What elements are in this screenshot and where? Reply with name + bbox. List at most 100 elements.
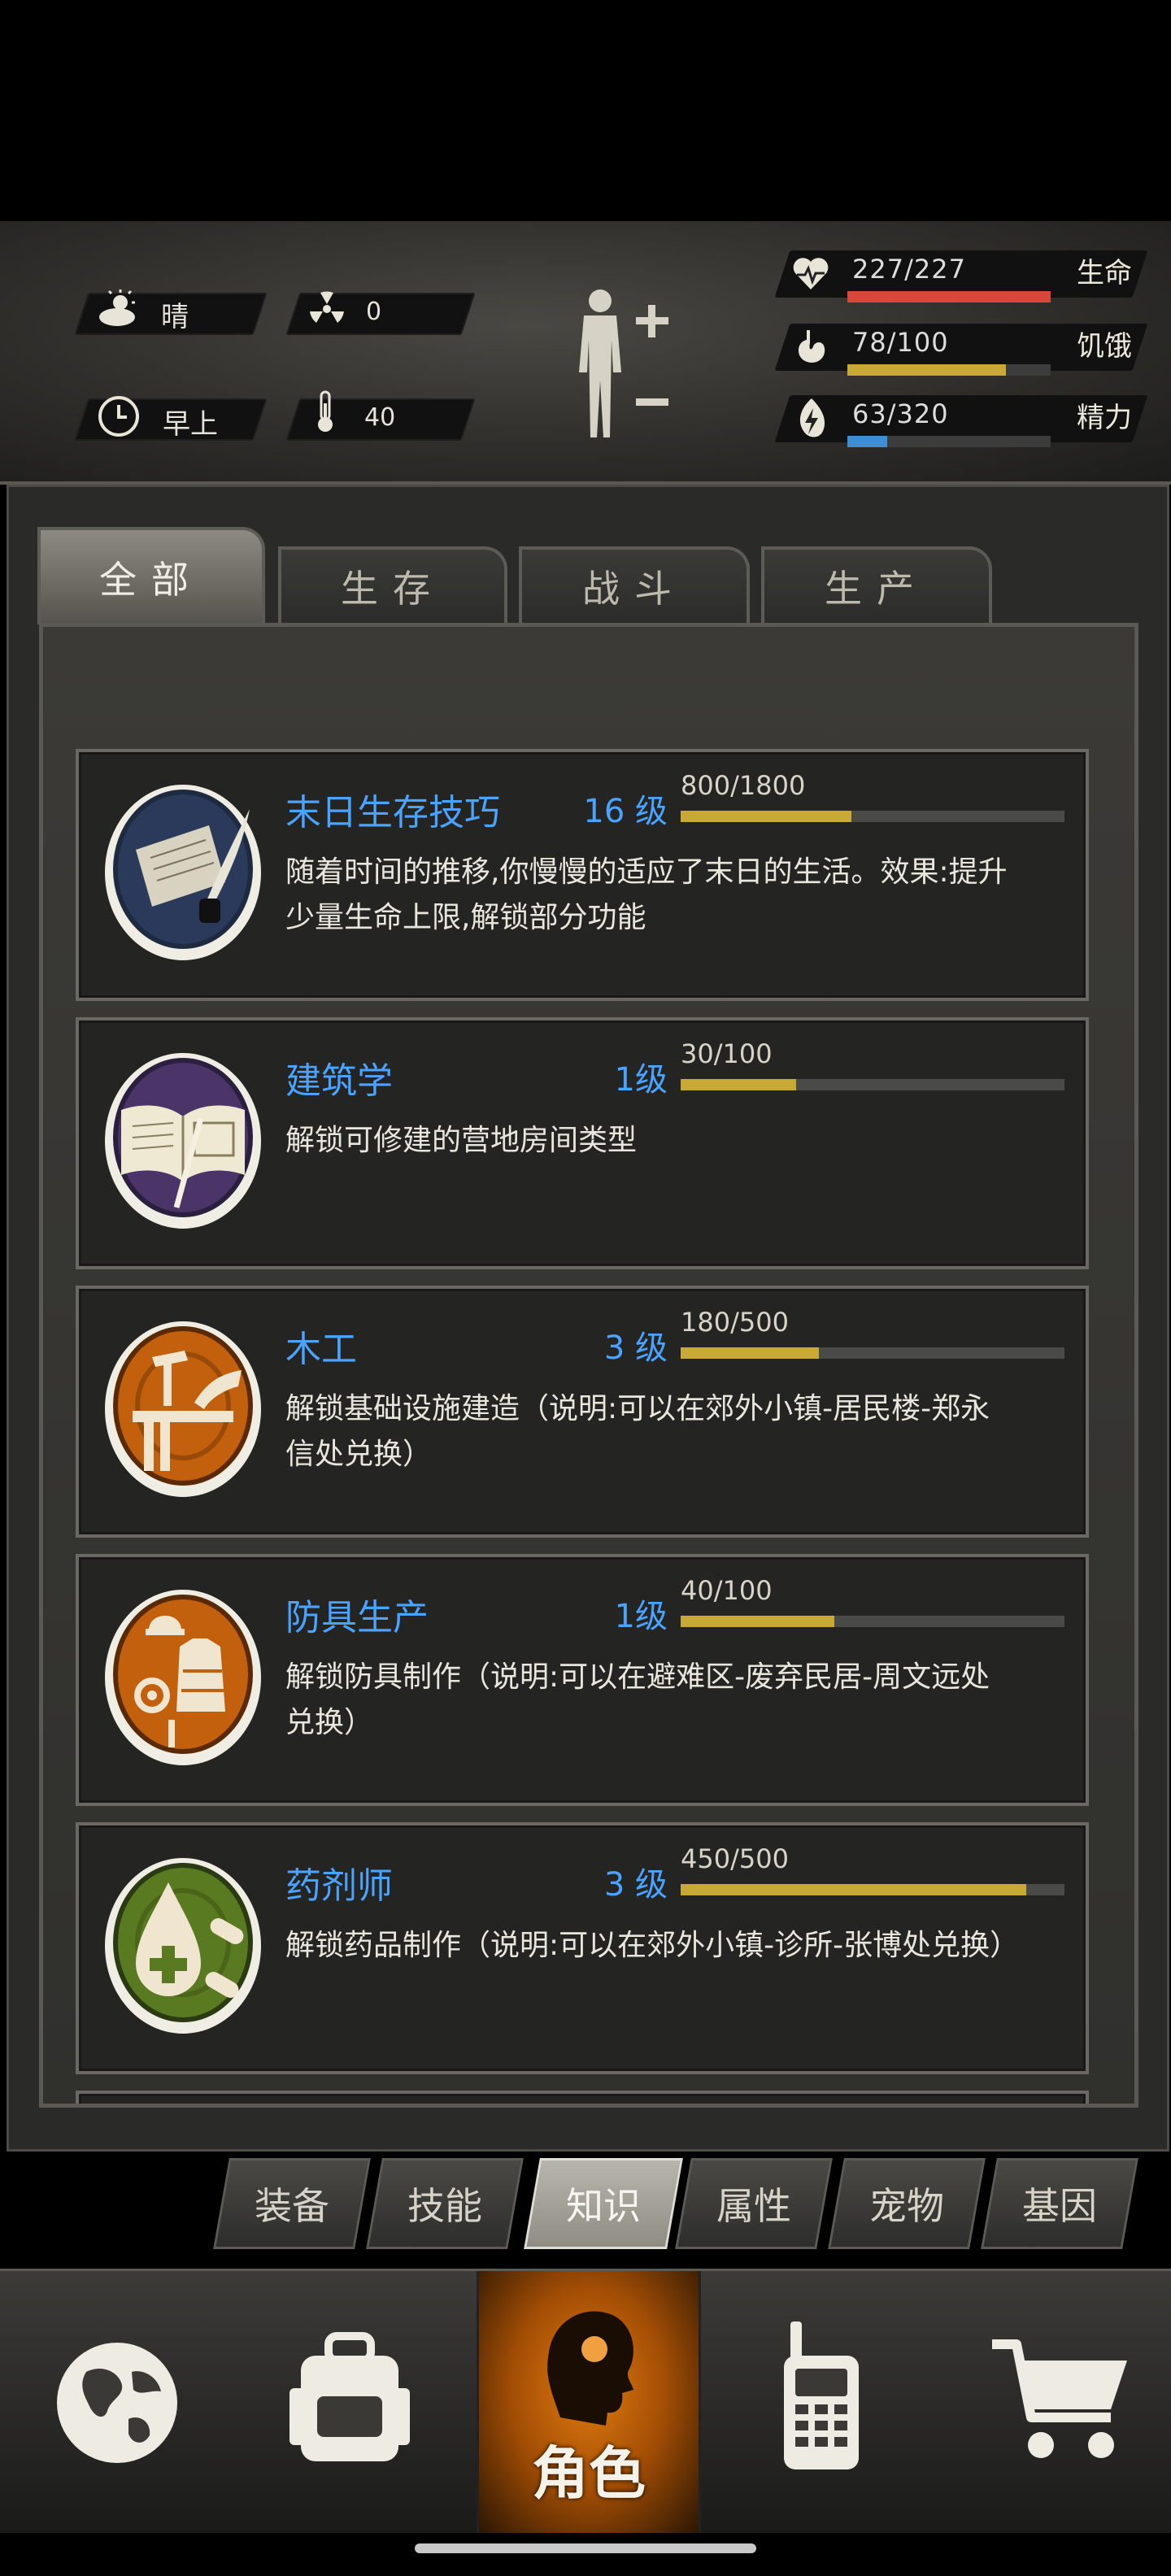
backpack-icon [289, 2332, 410, 2461]
energy-value: 63/320 [852, 398, 949, 429]
subtab-pets[interactable]: 宠物 [828, 2158, 986, 2249]
subtab-equipment[interactable]: 装备 [213, 2158, 371, 2249]
stomach-icon [798, 330, 825, 363]
medicine-icon [105, 1858, 261, 2034]
subtab-equipment-label: 装备 [255, 2184, 329, 2228]
knowledge-title: 建筑学 [285, 1060, 393, 1102]
knowledge-card[interactable]: 木工 3 级 180/500 解锁基础设施建造（说明:可以在郊外小镇-居民楼-郑… [76, 1286, 1089, 1538]
knowledge-progress-text: 180/500 [681, 1307, 789, 1338]
nav-backpack[interactable] [236, 2271, 464, 2533]
clock-icon [98, 396, 139, 437]
subtab-attributes[interactable]: 属性 [675, 2158, 833, 2249]
tab-survival-label: 生存 [341, 567, 445, 611]
heart-icon [793, 258, 829, 289]
knowledge-card-partial[interactable] [76, 2091, 1089, 2104]
radiation-icon [310, 291, 344, 323]
knowledge-level: 3 级 [603, 1866, 668, 1904]
globe-icon [57, 2343, 177, 2463]
bottom-nav: 角色 [0, 2269, 1171, 2533]
knowledge-progress-text: 450/500 [681, 1843, 789, 1874]
time-of-day-text: 早上 [163, 408, 218, 441]
radiation-value: 0 [366, 298, 382, 326]
subtab-genes[interactable]: 基因 [981, 2158, 1138, 2249]
knowledge-title: 药剂师 [285, 1865, 393, 1907]
knowledge-title: 防具生产 [285, 1597, 429, 1638]
knowledge-card[interactable]: 末日生存技巧 16 级 800/1800 随着时间的推移,你慢慢的适应了末日的生… [76, 749, 1089, 1001]
knowledge-progress-text: 800/1800 [681, 770, 806, 801]
knowledge-description: 随着时间的推移,你慢慢的适应了末日的生活。效果:提升少量生命上限,解锁部分功能 [285, 855, 1008, 934]
energy-bar [847, 436, 1051, 447]
subtab-knowledge-label: 知识 [566, 2184, 641, 2228]
health-bar-fill [847, 291, 1051, 302]
tab-survival[interactable]: 生存 [278, 546, 507, 623]
knowledge-progress-bar [681, 1616, 1064, 1627]
energy-icon [799, 398, 825, 437]
knowledge-card[interactable]: 建筑学 1级 30/100 解锁可修建的营地房间类型 [76, 1017, 1089, 1269]
knowledge-description: 解锁防具制作（说明:可以在避难区-废弃民居-周文远处兑换） [285, 1660, 990, 1739]
knowledge-card[interactable]: 药剂师 3 级 450/500 解锁药品制作（说明:可以在郊外小镇-诊所-张博处… [76, 1822, 1089, 2074]
subtab-attributes-label: 属性 [716, 2184, 791, 2228]
subtab-knowledge[interactable]: 知识 [524, 2158, 683, 2249]
knowledge-description: 解锁药品制作（说明:可以在郊外小镇-诊所-张博处兑换） [285, 1929, 1020, 1962]
knowledge-progress-fill [681, 1079, 796, 1090]
knowledge-description: 解锁可修建的营地房间类型 [285, 1124, 638, 1157]
nav-world[interactable] [0, 2271, 228, 2533]
knowledge-card[interactable]: 防具生产 1级 40/100 解锁防具制作（说明:可以在避难区-废弃民居-周文远… [76, 1554, 1089, 1806]
hunger-bar [847, 364, 1051, 376]
health-label: 生命 [1077, 257, 1132, 289]
head-profile-icon [547, 2311, 633, 2426]
knowledge-level: 1级 [614, 1598, 668, 1635]
tab-production[interactable]: 生产 [761, 546, 992, 623]
knowledge-description: 解锁基础设施建造（说明:可以在郊外小镇-居民楼-郑永信处兑换） [285, 1392, 990, 1471]
home-indicator[interactable] [415, 2543, 756, 2553]
knowledge-progress-fill [681, 1616, 834, 1627]
knowledge-list[interactable]: 末日生存技巧 16 级 800/1800 随着时间的推移,你慢慢的适应了末日的生… [39, 623, 1138, 2108]
subtab-skills-label: 技能 [407, 2184, 482, 2228]
knowledge-progress-bar [681, 1347, 1064, 1359]
body-status-icon[interactable] [561, 283, 675, 446]
knowledge-progress-text: 40/100 [681, 1575, 773, 1606]
hunger-label: 饥饿 [1077, 330, 1132, 363]
knowledge-progress-fill [681, 811, 851, 822]
temperature-value: 40 [364, 403, 396, 432]
knowledge-progress-bar [681, 1884, 1064, 1895]
tab-all[interactable]: 全部 [37, 527, 265, 624]
knowledge-level: 1级 [614, 1061, 668, 1099]
hunger-value: 78/100 [852, 327, 949, 358]
scroll-quill-icon [105, 785, 261, 960]
knowledge-progress-text: 30/100 [681, 1038, 773, 1069]
nav-character[interactable]: 角色 [477, 2271, 701, 2533]
tab-combat-label: 战斗 [582, 567, 686, 611]
health-bar [847, 291, 1051, 302]
woodwork-icon [105, 1321, 261, 1497]
tab-combat[interactable]: 战斗 [519, 546, 750, 623]
shopping-cart-icon [992, 2339, 1127, 2458]
knowledge-level: 16 级 [583, 793, 668, 830]
subtab-skills[interactable]: 技能 [366, 2158, 524, 2249]
knowledge-progress-bar [681, 811, 1064, 822]
subtab-pets-label: 宠物 [869, 2184, 944, 2228]
hunger-bar-fill [847, 364, 1006, 376]
energy-label: 精力 [1077, 402, 1132, 434]
knowledge-level: 3 级 [603, 1329, 668, 1367]
nav-radio[interactable] [707, 2271, 935, 2533]
armor-craft-icon [105, 1590, 261, 1765]
tab-all-label: 全部 [99, 558, 203, 602]
thermometer-icon [318, 390, 333, 432]
knowledge-progress-fill [681, 1347, 819, 1359]
weather-text: 晴 [161, 301, 189, 333]
subtab-genes-label: 基因 [1022, 2184, 1097, 2228]
status-panel: 晴 0 早上 40 227/227 生命 78/100 饥饿 63/320 精力 [0, 221, 1171, 485]
knowledge-title: 末日生存技巧 [285, 792, 500, 833]
knowledge-progress-bar [681, 1079, 1064, 1090]
weather-sun-cloud-icon [99, 289, 135, 326]
blueprint-book-icon [105, 1053, 261, 1229]
energy-bar-fill [847, 436, 888, 447]
knowledge-title: 木工 [285, 1329, 357, 1370]
health-value: 227/227 [852, 254, 966, 285]
nav-character-label: 角色 [532, 2440, 646, 2507]
knowledge-progress-fill [681, 1884, 1026, 1895]
walkie-talkie-icon [784, 2321, 859, 2469]
tab-production-label: 生产 [825, 567, 929, 611]
nav-shop[interactable] [943, 2271, 1171, 2533]
